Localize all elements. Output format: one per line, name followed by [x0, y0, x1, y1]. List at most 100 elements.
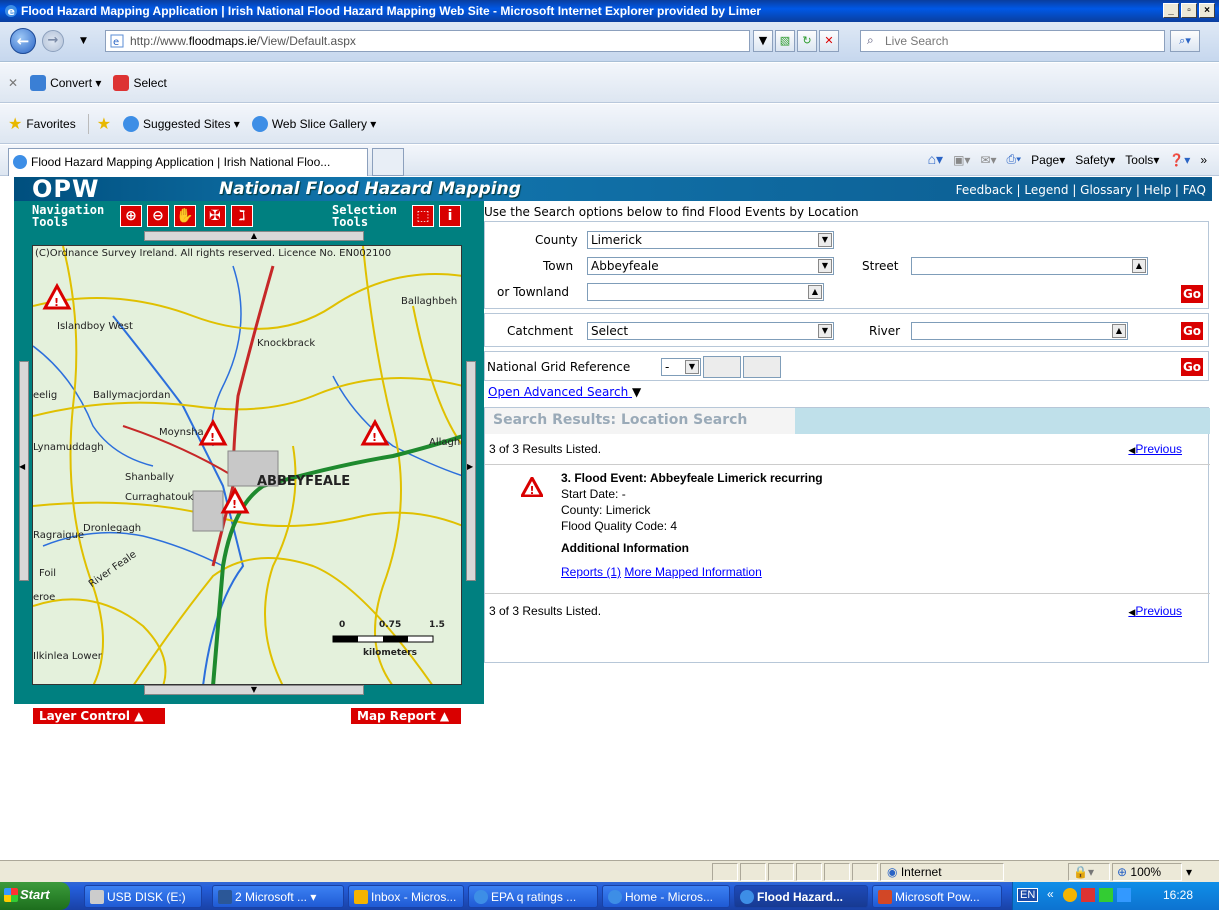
address-input[interactable]: e http://www.floodmaps.ie/View/Default.a…	[105, 30, 750, 52]
mail-icon[interactable]: ✉▾	[980, 153, 996, 167]
street-input[interactable]: ▲	[911, 257, 1148, 275]
close-button[interactable]: ×	[1199, 3, 1215, 18]
protected-mode-button[interactable]: 🔒▾	[1068, 863, 1110, 881]
address-dropdown[interactable]: ▼	[753, 30, 773, 52]
go-button-catchment[interactable]: Go	[1180, 321, 1204, 341]
tray-security-icon[interactable]	[1081, 888, 1095, 902]
tab-active[interactable]: Flood Hazard Mapping Application | Irish…	[8, 147, 368, 176]
search-input[interactable]: ⌕ Live Search	[860, 30, 1165, 52]
map-scroll-right[interactable]: ▶	[466, 361, 476, 581]
window-title: Flood Hazard Mapping Application | Irish…	[21, 4, 762, 18]
opw-logo[interactable]: OPW	[32, 175, 99, 203]
map-panel: Navigation Tools ⊕ ⊖ ✋ ✠ ℷ Selection Too…	[14, 201, 484, 725]
page-menu[interactable]: Page▾	[1031, 153, 1065, 167]
taskbar-item-inbox[interactable]: Inbox - Micros...	[348, 885, 464, 908]
reports-link[interactable]: Reports (1)	[561, 565, 621, 579]
legend-link[interactable]: Legend	[1024, 183, 1068, 197]
favorites-label: Favorites	[26, 116, 76, 131]
townland-input[interactable]: ▲	[587, 283, 824, 301]
advanced-search-link[interactable]: Open Advanced Search ▼	[488, 385, 641, 399]
location-search-box: County Limerick ▼ Town Abbeyfeale ▼ Street…	[484, 221, 1209, 309]
tray-network-icon[interactable]	[1117, 888, 1131, 902]
ireland-map-icon[interactable]: ℷ	[231, 205, 253, 227]
taskbar-item-flood[interactable]: Flood Hazard...	[734, 885, 868, 908]
forward-button[interactable]: →	[42, 30, 64, 52]
new-tab-button[interactable]	[372, 147, 404, 176]
recent-pages-dropdown[interactable]: ▼	[80, 36, 87, 46]
feeds-icon[interactable]: ▣▾	[953, 153, 970, 167]
close-toolbar-icon[interactable]: ✕	[8, 76, 18, 90]
map-scroll-down[interactable]: ▼	[144, 685, 364, 695]
map-view[interactable]: ! ! ! ! (C)Ordnance Survey Ireland. All …	[32, 245, 462, 685]
home-icon[interactable]: ⌂▾	[928, 151, 943, 168]
start-button[interactable]: Start	[0, 882, 70, 910]
web-slice-button[interactable]: Web Slice Gallery ▾	[251, 115, 376, 132]
zoom-dropdown[interactable]: ▾	[1186, 865, 1192, 879]
tray-app-icon[interactable]	[1099, 888, 1113, 902]
map-report-button[interactable]: Map Report ▲	[350, 707, 462, 725]
pan-hand-icon[interactable]: ✋	[174, 205, 196, 227]
taskbar-item-home[interactable]: Home - Micros...	[602, 885, 730, 908]
help-link[interactable]: Help	[1144, 183, 1171, 197]
county-select[interactable]: Limerick ▼	[587, 231, 834, 249]
help-icon[interactable]: ❓▾	[1169, 153, 1190, 167]
clock[interactable]: 16:28	[1163, 888, 1193, 902]
chevron-right-icon[interactable]: »	[1200, 153, 1207, 167]
go-button-location[interactable]: Go	[1180, 284, 1204, 304]
faq-link[interactable]: FAQ	[1183, 183, 1206, 197]
map-report-label: Map Report	[357, 709, 436, 723]
previous-link-bottom[interactable]: ◀Previous	[1128, 604, 1182, 618]
map-place-label: Ballaghbeh	[401, 296, 458, 307]
zoom-in-icon[interactable]: ⊕	[120, 205, 142, 227]
minimize-button[interactable]: _	[1163, 3, 1179, 18]
tools-menu[interactable]: Tools▾	[1125, 153, 1159, 167]
tray-expand-icon[interactable]: «	[1047, 887, 1054, 901]
full-extent-icon[interactable]: ✠	[204, 205, 226, 227]
back-button[interactable]: ←	[10, 28, 36, 54]
add-favorite-button[interactable]: ★	[87, 113, 111, 134]
select-button[interactable]: Select	[113, 74, 167, 91]
zoom-control[interactable]: ⊕ 100%	[1112, 863, 1182, 881]
tools-menu-label: Tools	[1125, 152, 1154, 167]
refresh-icon[interactable]: ↻	[797, 30, 817, 52]
maximize-button[interactable]: ▫	[1181, 3, 1197, 18]
safety-menu[interactable]: Safety▾	[1075, 153, 1115, 167]
word-icon	[218, 890, 232, 904]
tray-outlook-icon[interactable]	[1063, 888, 1077, 902]
map-place-label: Dronlegagh	[83, 523, 142, 534]
windows-logo-icon	[4, 888, 18, 902]
catchment-select[interactable]: Select ▼	[587, 322, 834, 340]
stop-icon[interactable]: ✕	[819, 30, 839, 52]
map-scroll-up[interactable]: ▲	[144, 231, 364, 241]
identify-icon[interactable]: i	[439, 205, 461, 227]
previous-link-top[interactable]: ◀Previous	[1128, 442, 1182, 456]
zoom-out-icon[interactable]: ⊖	[147, 205, 169, 227]
taskbar-item-epa[interactable]: EPA q ratings ...	[468, 885, 598, 908]
go-button-ngr[interactable]: Go	[1180, 357, 1204, 377]
search-button[interactable]: ⌕▾	[1170, 30, 1200, 52]
language-indicator[interactable]: EN	[1017, 888, 1039, 902]
search-provider-icon: ⌕	[867, 33, 874, 47]
ngr-letter-select[interactable]: - ▼	[661, 358, 701, 376]
select-area-icon[interactable]: ⬚	[412, 205, 434, 227]
taskbar-item-usb[interactable]: USB DISK (E:)	[84, 885, 202, 908]
map-place-label: Lynamuddagh	[33, 442, 104, 453]
suggested-sites-button[interactable]: Suggested Sites ▾	[123, 115, 240, 132]
convert-button[interactable]: Convert ▾	[30, 74, 101, 91]
print-icon[interactable]: ⎙▾	[1007, 152, 1022, 167]
mapped-info-link[interactable]: More Mapped Information	[624, 565, 761, 579]
map-scroll-left[interactable]: ◀	[19, 361, 29, 581]
feedback-link[interactable]: Feedback	[956, 183, 1013, 197]
favorites-button[interactable]: ★ Favorites	[8, 114, 76, 134]
taskbar-item-word[interactable]: 2 Microsoft ... ▾	[212, 885, 344, 908]
town-select[interactable]: Abbeyfeale ▼	[587, 257, 834, 275]
layer-control-button[interactable]: Layer Control ▲	[32, 707, 166, 725]
glossary-link[interactable]: Glossary	[1080, 183, 1132, 197]
ngr-northing-input[interactable]	[743, 356, 781, 378]
ngr-easting-input[interactable]	[703, 356, 741, 378]
search-placeholder: Live Search	[885, 34, 949, 48]
compatibility-icon[interactable]: ▧	[775, 30, 795, 52]
taskbar-item-powerpoint[interactable]: Microsoft Pow...	[872, 885, 1002, 908]
security-zone[interactable]: ◉ Internet	[880, 863, 1004, 881]
river-input[interactable]: ▲	[911, 322, 1128, 340]
